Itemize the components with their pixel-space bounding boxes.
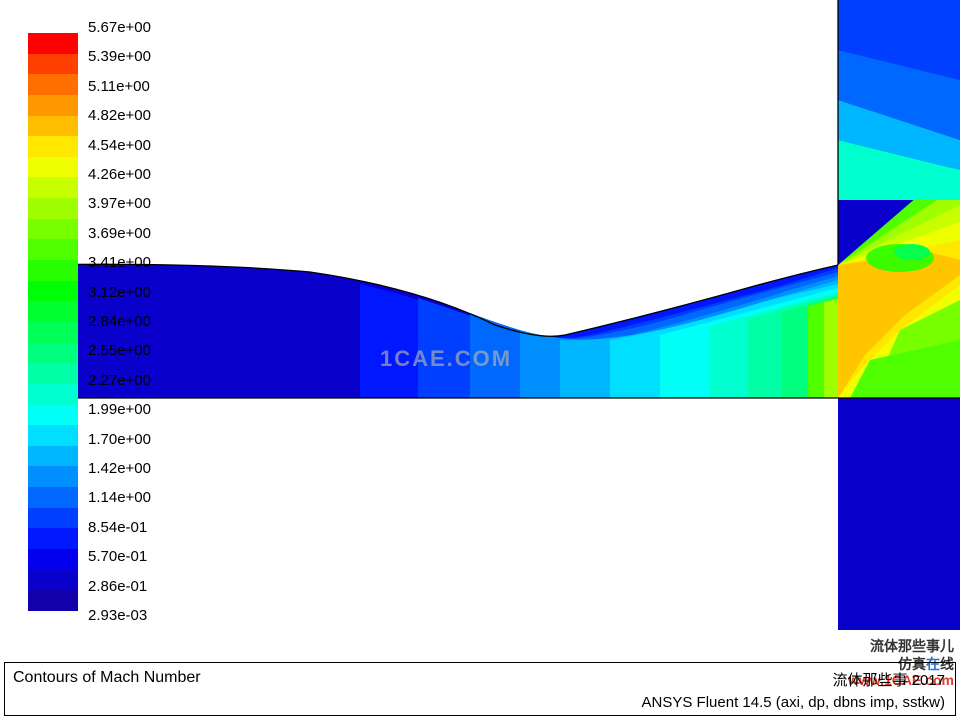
color-swatch: [28, 343, 78, 364]
legend-tick: 5.67e+00: [88, 19, 151, 36]
color-swatch: [28, 219, 78, 240]
color-bar: [28, 33, 78, 611]
watermark-right-1: 流体那些事儿: [870, 636, 954, 656]
legend-tick: 3.12e+00: [88, 284, 151, 301]
color-swatch: [28, 33, 78, 54]
legend-tick: 1.14e+00: [88, 489, 151, 506]
color-swatch: [28, 177, 78, 198]
solver-line: ANSYS Fluent 14.5 (axi, dp, dbns imp, ss…: [642, 694, 945, 711]
color-swatch: [28, 446, 78, 467]
color-swatch: [28, 508, 78, 529]
legend-tick: 3.41e+00: [88, 254, 151, 271]
color-swatch: [28, 260, 78, 281]
color-swatch: [28, 570, 78, 591]
color-swatch: [28, 487, 78, 508]
plot-title: Contours of Mach Number: [13, 669, 201, 687]
color-swatch: [28, 528, 78, 549]
color-bar-labels: 5.67e+005.39e+005.11e+004.82e+004.54e+00…: [88, 28, 208, 616]
color-swatch: [28, 136, 78, 157]
color-swatch: [28, 425, 78, 446]
watermark-center: 1CAE.COM: [380, 346, 512, 372]
color-swatch: [28, 54, 78, 75]
color-swatch: [28, 363, 78, 384]
legend-tick: 2.84e+00: [88, 313, 151, 330]
color-swatch: [28, 590, 78, 611]
color-swatch: [28, 384, 78, 405]
legend-tick: 2.27e+00: [88, 372, 151, 389]
plot-date: 流体那些事 2017: [832, 669, 945, 690]
legend-tick: 5.70e-01: [88, 548, 147, 565]
legend-tick: 2.86e-01: [88, 578, 147, 595]
legend-tick: 1.42e+00: [88, 460, 151, 477]
color-swatch: [28, 239, 78, 260]
color-swatch: [28, 74, 78, 95]
color-swatch: [28, 95, 78, 116]
legend-tick: 1.70e+00: [88, 431, 151, 448]
color-swatch: [28, 198, 78, 219]
legend-tick: 8.54e-01: [88, 519, 147, 536]
color-swatch: [28, 405, 78, 426]
legend-tick: 3.97e+00: [88, 195, 151, 212]
legend-tick: 4.26e+00: [88, 166, 151, 183]
color-swatch: [28, 322, 78, 343]
legend-tick: 4.54e+00: [88, 137, 151, 154]
legend-tick: 5.39e+00: [88, 48, 151, 65]
legend-tick: 5.11e+00: [88, 78, 150, 95]
color-swatch: [28, 116, 78, 137]
color-swatch: [28, 466, 78, 487]
legend-tick: 3.69e+00: [88, 225, 151, 242]
color-swatch: [28, 281, 78, 302]
legend-tick: 4.82e+00: [88, 107, 151, 124]
footer-box: Contours of Mach Number 流体那些事 2017 ANSYS…: [4, 662, 956, 716]
color-swatch: [28, 549, 78, 570]
legend-tick: 2.55e+00: [88, 342, 151, 359]
color-swatch: [28, 301, 78, 322]
legend-tick: 2.93e-03: [88, 607, 147, 624]
color-swatch: [28, 157, 78, 178]
legend-tick: 1.99e+00: [88, 401, 151, 418]
